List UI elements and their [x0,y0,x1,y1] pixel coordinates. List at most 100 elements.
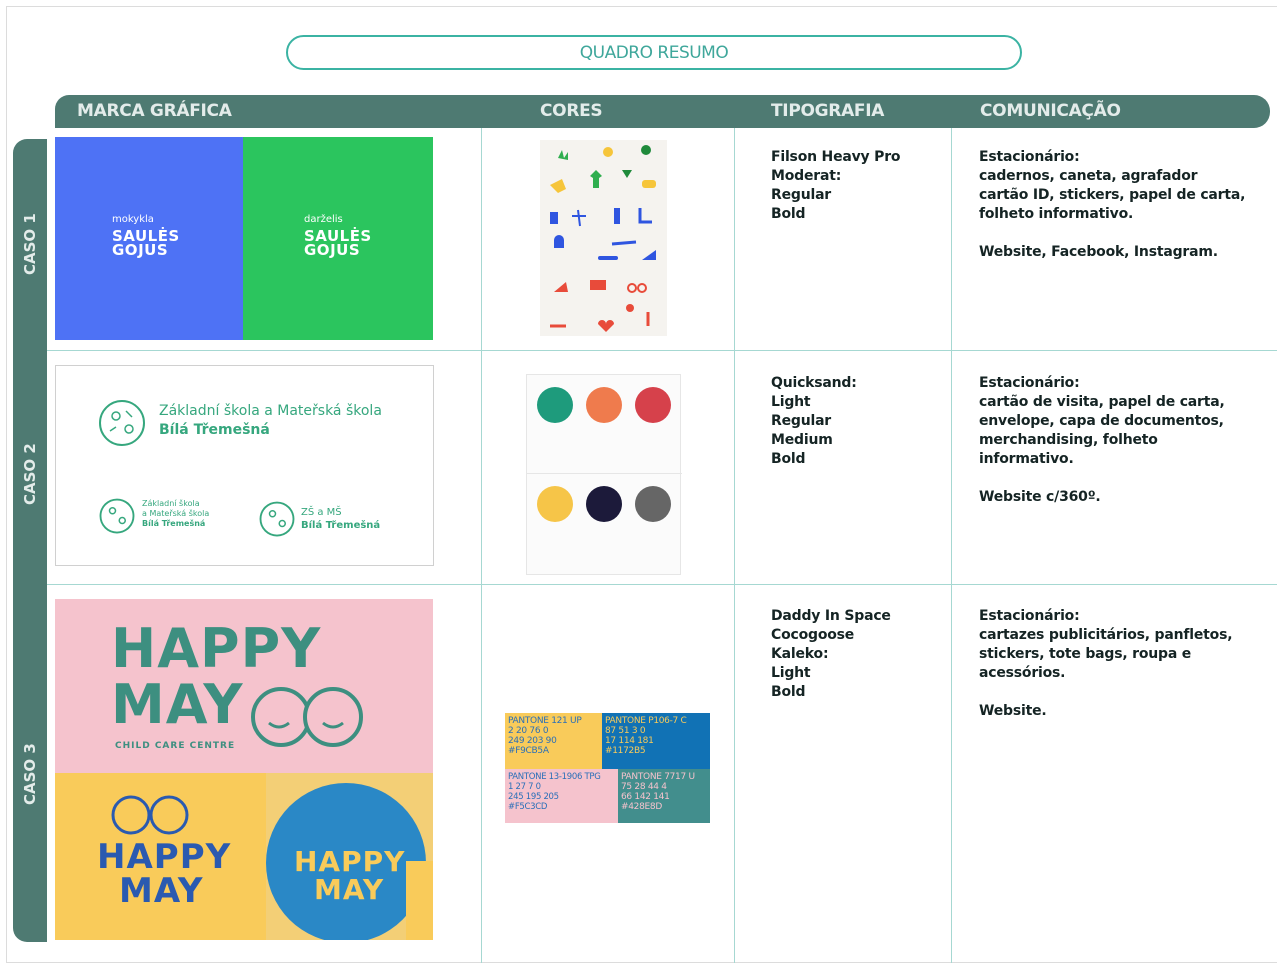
small-line: a Mateřská škola [142,509,210,518]
font-item: Kaleko: [771,646,829,662]
comm-line: Website, Facebook, Instagram. [979,244,1218,260]
babies-face-icon [251,687,363,747]
case1-brand-blue: mokykla SAULĖS GOJUS [55,137,243,340]
case3-happy: HAPPY [111,617,322,680]
comm-line: acessórios. [979,665,1066,681]
header-marca: MARCA GRÁFICA [77,101,232,121]
pantone-name: PANTONE 7717 U [621,772,695,782]
babies-face-icon [111,795,189,835]
case2-brand-line2: Bílá Třemešná [159,422,270,438]
comm-line: cartão ID, stickers, papel de carta, [979,187,1246,203]
small-line: Bílá Třemešná [142,519,206,528]
case3-label: CASO 3 [21,743,39,805]
small-line: Základní škola [142,499,200,508]
case3-pantone-swatches: PANTONE 121 UP 2 20 76 0 249 203 90 #F9C… [505,713,710,823]
font-item: Regular [771,187,832,203]
grid-divider [951,128,952,963]
case2-small-logo2-text: ZŠ a MŠ Bílá Třemešná [301,506,380,532]
pantone-swatch: PANTONE P106-7 C 87 51 3 0 17 114 181 #1… [602,713,710,769]
sticker-illustrations [550,145,656,332]
comm-line: cartão de visita, papel de carta, [979,394,1225,410]
case2-brand-line1: Základní škola a Mateřská škola [159,403,382,419]
color-swatch [635,387,671,423]
case1-brand-small-right: darželis [304,214,343,225]
case1-comunicacao: Estacionário: cadernos, caneta, agrafado… [979,148,1245,262]
pantone-swatch: PANTONE 121 UP 2 20 76 0 249 203 90 #F9C… [505,713,602,769]
case1-brand-name-l2: GOJUS [112,241,169,259]
comm-line: stickers, tote bags, roupa e [979,646,1192,662]
case3-brand-yellow: HAPPY MAY [55,773,266,940]
pantone-value: 66 142 141 [621,792,670,802]
school-logo-icon [99,400,145,446]
pantone-value: 1 27 7 0 [508,782,541,792]
pantone-name: PANTONE 121 UP [508,716,582,726]
header-comunicacao: COMUNICAÇÃO [980,101,1121,121]
case1-label: CASO 1 [21,213,39,275]
color-swatch [635,486,671,522]
case1-brand-green: darželis SAULĖS GOJUS [243,137,433,340]
font-item: Light [771,394,811,410]
row-divider [47,350,1277,351]
comm-line: Website. [979,703,1047,719]
header-cores: CORES [540,101,603,121]
pantone-value: #F5C3CD [508,802,548,812]
pantone-name: PANTONE P106-7 C [605,716,687,726]
case3-brand-circle: HAPPY MAY [266,773,433,940]
pantone-value: 87 51 3 0 [605,726,646,736]
case2-small-logo1-text: Základní škola a Mateřská škola Bílá Tře… [142,499,209,529]
palette-divider [527,473,682,474]
comm-line: Estacionário: [979,375,1080,391]
comm-line: cartazes publicitários, panfletos, [979,627,1233,643]
font-item: Medium [771,432,833,448]
comm-line: folheto informativo. [979,206,1134,222]
comm-line: cadernos, caneta, agrafador [979,168,1198,184]
pantone-value: 17 114 181 [605,736,654,746]
small-line: Bílá Třemešná [301,520,381,531]
pantone-value: 2 20 76 0 [508,726,549,736]
color-swatch [586,486,622,522]
font-item: Daddy In Space [771,608,891,624]
row-divider [47,584,1277,585]
table-header: MARCA GRÁFICA CORES TIPOGRAFIA COMUNICAÇ… [55,95,1270,128]
comm-line: envelope, capa de documentos, [979,413,1224,429]
page-title: QUADRO RESUMO [286,35,1022,70]
font-item: Regular [771,413,832,429]
case2-palette [526,374,682,575]
case1-tipografia: Filson Heavy Pro Moderat: Regular Bold [771,148,901,224]
case2-label: CASO 2 [21,443,39,505]
color-swatch [586,387,622,423]
comm-line: merchandising, folheto [979,432,1158,448]
pantone-swatch: PANTONE 13-1906 TPG 1 27 7 0 245 195 205… [505,769,618,823]
pantone-value: 75 28 44 4 [621,782,667,792]
color-swatch [537,387,573,423]
school-logo-small-icon [259,501,295,537]
case-sidebar: CASO 1 CASO 2 CASO 3 [13,139,47,942]
font-item: Bold [771,206,806,222]
header-tipografia: TIPOGRAFIA [771,101,885,121]
pantone-swatch: PANTONE 7717 U 75 28 44 4 66 142 141 #42… [618,769,710,823]
case3-sub: CHILD CARE CENTRE [115,741,236,751]
pantone-value: 249 203 90 [508,736,557,746]
case3-brand-main: HAPPY MAY CHILD CARE CENTRE [55,599,433,773]
comm-line [979,469,1225,488]
case1-brand-small-left: mokykla [112,214,154,225]
poster-edge [406,861,433,940]
font-item: Bold [771,451,806,467]
case1-sticker-sheet [540,140,667,336]
grid-divider [734,128,735,963]
pantone-value: 245 195 205 [508,792,559,802]
case3-may-yellow: MAY [119,871,204,911]
case2-tipografia: Quicksand: Light Regular Medium Bold [771,374,857,469]
comm-line [979,224,1245,243]
pantone-value: #1172B5 [605,746,646,756]
case1-brand-name-l2: GOJUS [304,241,361,259]
color-swatch [537,486,573,522]
case3-may-circle: MAY [314,873,385,906]
pantone-value: #F9CB5A [508,746,549,756]
font-item: Quicksand: [771,375,857,391]
grid-divider [481,128,482,963]
font-item: Moderat: [771,168,842,184]
font-item: Filson Heavy Pro [771,149,901,165]
comm-line: Estacionário: [979,149,1080,165]
comm-line: informativo. [979,451,1074,467]
